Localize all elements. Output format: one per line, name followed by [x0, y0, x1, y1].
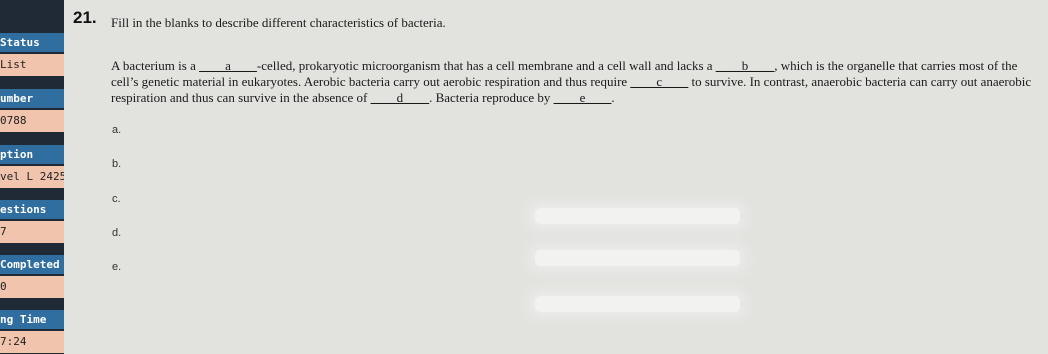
blank-e: ____e____	[553, 90, 612, 105]
sidebar-option-header: ption	[0, 145, 64, 164]
passage-text-1: A bacterium is a	[111, 58, 200, 73]
answer-label-b[interactable]: b.	[112, 158, 272, 170]
blank-d: ____d____	[370, 90, 430, 105]
blank-c: ____c____	[630, 74, 689, 89]
answer-label-d[interactable]: d.	[112, 227, 272, 239]
blank-b: ____b____	[715, 58, 775, 73]
screen-glare	[535, 208, 740, 224]
blank-a: ____a____	[199, 58, 257, 73]
sidebar-questions-header: estions	[0, 200, 64, 219]
sidebar-status-value[interactable]: List	[0, 54, 64, 76]
sidebar-number-value: 0788	[0, 110, 64, 132]
passage-text-2: -celled, prokaryotic microorganism that …	[256, 58, 716, 73]
sidebar-status-header: Status	[0, 33, 64, 52]
passage-text-5: . Bacteria reproduce by	[429, 90, 554, 105]
question-passage: A bacterium is a ____a____-celled, proka…	[111, 58, 1045, 106]
sidebar-completed-value: 0	[0, 276, 64, 298]
sidebar-questions-value: 7	[0, 221, 64, 243]
answer-label-e[interactable]: e.	[112, 261, 272, 273]
sidebar-time-value: 7:24	[0, 331, 64, 353]
question-prompt: Fill in the blanks to describe different…	[111, 15, 446, 30]
sidebar-number-header: umber	[0, 89, 64, 108]
passage-text-6: .	[611, 90, 615, 105]
screen-glare	[535, 250, 740, 266]
sidebar-option-value: vel L 2425	[0, 166, 64, 188]
answer-label-c[interactable]: c.	[112, 193, 272, 205]
answer-label-a[interactable]: a.	[112, 124, 272, 136]
question-number: 21.	[73, 8, 97, 27]
sidebar-time-header: ng Time	[0, 310, 64, 329]
left-sidebar: Status List umber 0788 ption vel L 2425 …	[0, 0, 64, 354]
screen-glare	[535, 296, 740, 312]
sidebar-completed-header: Completed	[0, 255, 64, 274]
